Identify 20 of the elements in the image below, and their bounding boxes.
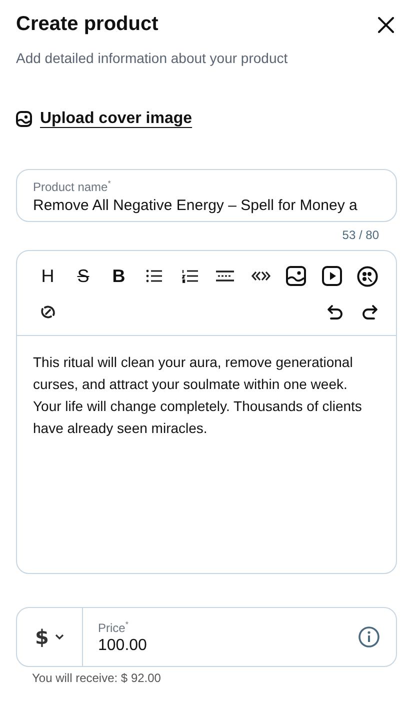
description-text[interactable]: This ritual will clean your aura, remove generational curses, and attract your soulmate within one week. Your life will change completely. Thousands of clients have already seen miracles. <box>33 351 368 439</box>
field-label: Product name$^{*}$ <box>33 179 112 194</box>
image-icon <box>16 111 32 127</box>
price-input[interactable]: 100.00 <box>98 636 298 654</box>
dialog-title: Create product <box>16 13 158 36</box>
bold-button[interactable]: B <box>101 261 136 291</box>
strikethrough-button[interactable]: S <box>66 261 101 291</box>
currency-dropdown[interactable]: $ <box>17 608 83 666</box>
character-counter: 53 / 80 <box>341 228 379 242</box>
receive-amount: You will receive: $ 92.00 <box>32 671 162 685</box>
price-field[interactable]: $ Price$^{*}$ 100.00 <box>16 607 397 667</box>
info-icon[interactable] <box>358 626 380 648</box>
heading-button[interactable]: H <box>30 261 66 291</box>
close-icon[interactable] <box>378 16 394 32</box>
dialog-subtitle: Add detailed information about your product <box>16 50 289 66</box>
product-name-field[interactable]: Product name$^{*}$ Remove All Negative Energy – Spell for Money a <box>16 169 397 222</box>
field-label: Price$^{*}$ <box>98 620 130 634</box>
product-name-input[interactable]: Remove All Negative Energy – Spell for Money a <box>33 197 395 214</box>
upload-cover-link[interactable]: Upload cover image <box>40 110 192 128</box>
caret-icon <box>54 634 64 640</box>
